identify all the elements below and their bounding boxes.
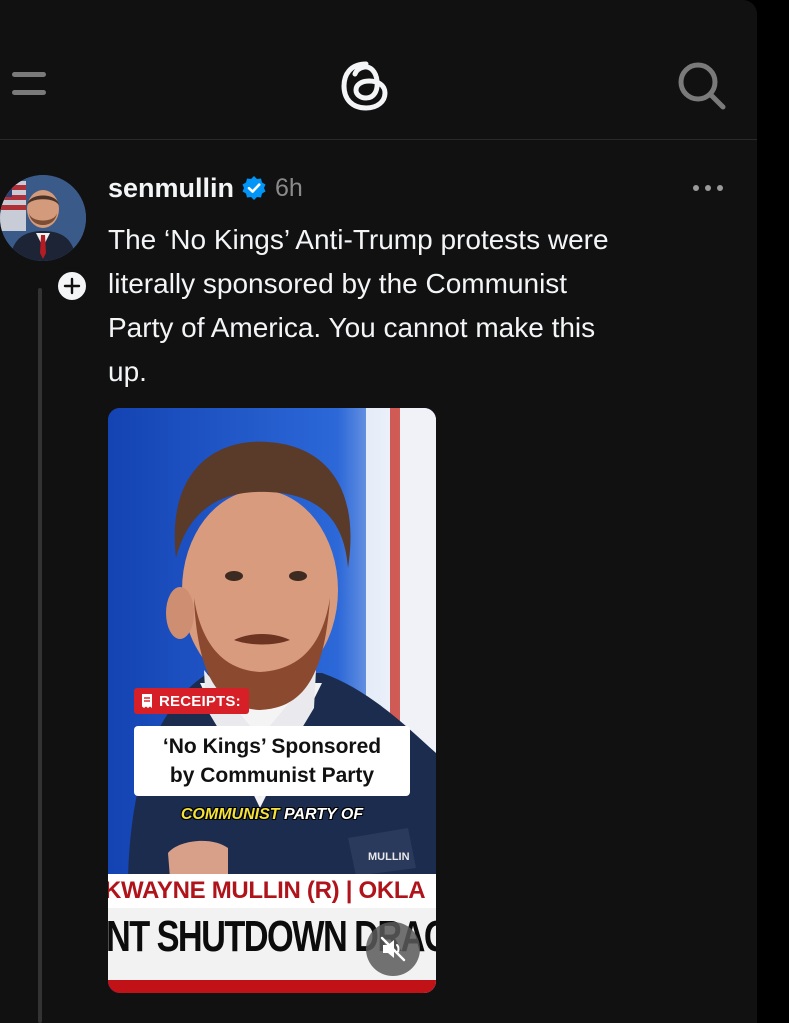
- post-time: 6h: [275, 173, 303, 202]
- hamburger-icon[interactable]: [12, 68, 52, 102]
- avatar-container: [0, 175, 92, 304]
- avatar[interactable]: [0, 175, 86, 261]
- chyron-strip: [108, 980, 436, 993]
- post-video[interactable]: MULLIN RECEIPTS: ‘No Kings’ Sponsored by…: [108, 408, 436, 993]
- video-subtitle: COMMUNIST PARTY OF: [108, 806, 436, 824]
- receipt-icon: [142, 694, 152, 708]
- plus-icon: [63, 277, 81, 295]
- mute-button[interactable]: [366, 922, 420, 976]
- receipts-label: RECEIPTS:: [159, 692, 241, 710]
- search-icon[interactable]: [676, 60, 728, 112]
- speaker-muted-icon: [380, 936, 406, 962]
- threads-logo-icon[interactable]: [336, 58, 394, 114]
- chyron-name: KWAYNE MULLIN (R) | OKLA: [108, 877, 426, 904]
- verified-badge-icon: [242, 176, 266, 200]
- username[interactable]: senmullin: [108, 173, 234, 204]
- chyron-name-bar: KWAYNE MULLIN (R) | OKLA: [108, 874, 436, 908]
- post-text: The ‘No Kings’ Anti-Trump protests were …: [108, 224, 609, 387]
- threads-app: senmullin 6h The ‘No Kings’ Anti-Trump p…: [0, 0, 757, 1023]
- thread-line: [38, 288, 42, 1023]
- svg-text:MULLIN: MULLIN: [368, 851, 410, 863]
- post-header: senmullin 6h: [108, 170, 303, 206]
- thread-post: senmullin 6h The ‘No Kings’ Anti-Trump p…: [0, 140, 757, 1023]
- follow-button[interactable]: [54, 268, 90, 304]
- more-options-icon[interactable]: [690, 182, 726, 194]
- subtitle-rest: PARTY OF: [279, 806, 364, 823]
- receipts-tag: RECEIPTS:: [134, 688, 249, 714]
- subtitle-highlight: COMMUNIST: [180, 806, 280, 823]
- top-bar: [0, 0, 757, 140]
- video-caption: ‘No Kings’ Sponsored by Communist Party: [134, 726, 410, 796]
